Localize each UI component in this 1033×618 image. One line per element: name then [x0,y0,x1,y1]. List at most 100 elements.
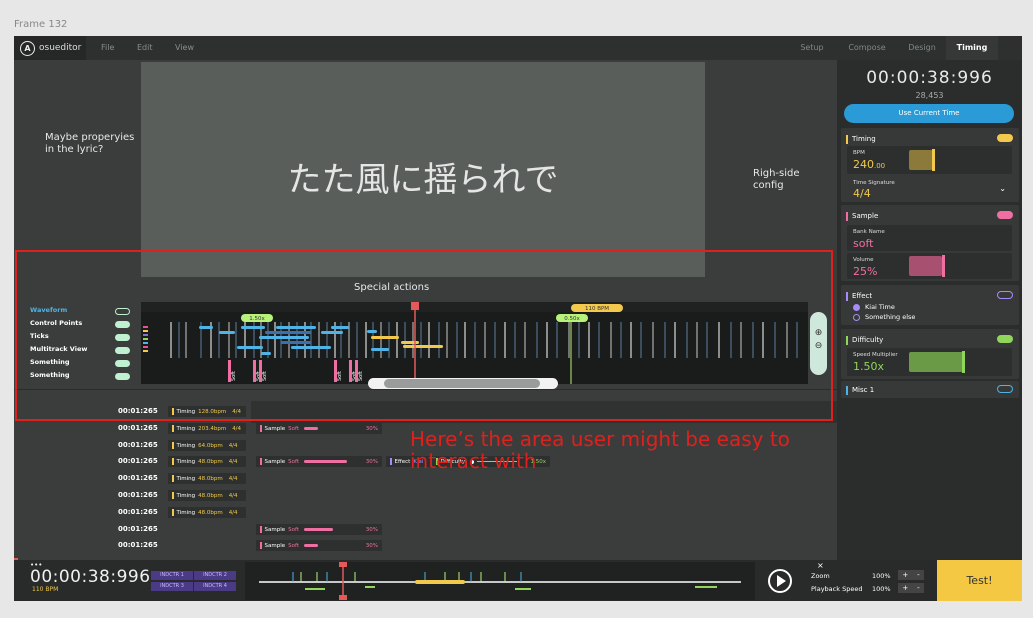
app-logo[interactable]: A osueditor [14,36,86,60]
timeline-scrollbar[interactable] [368,378,558,389]
chevron-down-icon[interactable]: ⌄ [999,184,1006,193]
speed-knob[interactable] [962,351,965,373]
event-time[interactable]: 00:01:265 [118,525,158,533]
event-time[interactable]: 00:01:265 [118,441,158,449]
indicator-1[interactable]: INDCTR 1 [151,571,193,580]
timing-timeline[interactable]: 1.50x0.50x110 BPMSoftSoftSoftSoftSoftSof… [141,302,808,384]
time-signature-field[interactable]: Time Signature 4/4 ⌄ [847,176,1012,202]
timing-event-chip[interactable]: Timing 203.4bpm 4/4 [168,423,246,434]
minus-icon[interactable]: - [917,584,920,592]
chip-type: Timing [176,475,196,482]
sample-accent [260,458,262,465]
tab-compose[interactable]: Compose [842,36,892,60]
timeline-note [259,336,309,339]
chip-volume-fill [303,460,347,463]
event-time[interactable]: 00:01:265 [118,407,158,415]
timeline-note [237,346,263,349]
bpm-knob[interactable] [932,149,935,171]
volume-slider[interactable] [909,255,1009,277]
chip-volume: 30% [365,425,378,432]
event-time[interactable]: 00:01:265 [118,491,158,499]
difficulty-section-title: Difficulty [852,336,884,344]
left-config-note: Maybe properyies in the lyric? [45,132,135,155]
bpm-value: 240.00 [853,158,886,171]
minus-icon[interactable]: - [917,571,920,579]
event-time[interactable]: 00:01:265 [118,541,158,549]
event-time[interactable]: 00:01:265 [118,424,158,432]
special-actions-label: Special actions [354,282,430,293]
menu-file[interactable]: File [101,43,114,52]
bank-name-field[interactable]: Bank Name soft [847,225,1012,251]
sample-event-chip[interactable]: Sample Soft 30% [256,456,382,467]
use-current-time-button[interactable]: Use Current Time [844,104,1014,123]
plus-icon[interactable]: + [902,571,908,579]
bpm-field[interactable]: BPM 240.00 [847,146,1012,174]
volume-field[interactable]: Volume 25% [847,253,1012,279]
timeline-scroll-thumb[interactable] [384,379,540,388]
side-toggle-switch[interactable] [115,360,130,367]
misc-toggle[interactable] [997,385,1013,393]
chip-type: Timing [176,425,196,432]
effect-toggle[interactable] [997,291,1013,299]
divider [14,389,837,390]
timing-event-chip[interactable]: Timing 48.0bpm 4/4 [168,507,246,518]
sample-accent [260,526,262,533]
side-toggle-switch[interactable] [115,308,130,315]
timing-event-chip[interactable]: Timing 48.0bpm 4/4 [168,490,246,501]
sample-event-chip[interactable]: Sample Soft 30% [256,423,382,434]
chip-volume: 30% [365,458,378,465]
event-time[interactable]: 00:01:265 [118,474,158,482]
playback-speed-stepper[interactable]: + - [898,583,924,593]
zoom-stepper[interactable]: + - [898,570,924,580]
menu-edit[interactable]: Edit [137,43,153,52]
side-toggle-switch[interactable] [115,334,130,341]
plus-icon[interactable]: + [902,584,908,592]
speed-multiplier-label: Speed Multiplier [853,352,898,358]
zoom-out-icon[interactable]: ⊖ [810,341,827,351]
side-toggle-label: Control Points [30,319,83,327]
timing-toggle[interactable] [997,134,1013,142]
lane-color-swatch [143,334,148,336]
event-time[interactable]: 00:01:265 [118,508,158,516]
chip-sig: 4/4 [228,458,238,465]
event-time[interactable]: 00:01:265 [118,457,158,465]
volume-knob[interactable] [942,255,945,277]
tab-timing[interactable]: Timing [946,36,998,60]
difficulty-toggle[interactable] [997,335,1013,343]
timing-event-chip[interactable]: Timing 48.0bpm 4/4 [168,456,246,467]
timing-event-chip[interactable]: Timing 128.0bpm 4/4 [168,406,246,417]
tab-setup[interactable]: Setup [792,36,832,60]
zoom-in-icon[interactable]: ⊕ [810,328,827,338]
overview-timeline[interactable] [245,562,755,600]
timing-accent [172,509,174,516]
side-toggle-switch[interactable] [115,373,130,380]
menu-view[interactable]: View [175,43,194,52]
side-toggle-switch[interactable] [115,347,130,354]
close-icon[interactable]: × [817,561,824,570]
soft-sample-label: Soft [337,371,343,381]
overview-playhead-handle [339,595,347,600]
tab-design[interactable]: Design [900,36,944,60]
something-else-option[interactable]: Something else [853,313,915,321]
indicator-3[interactable]: INDCTR 3 [151,582,193,591]
timeline-note [331,326,349,329]
chip-sig: 4/4 [232,425,242,432]
sample-event-chip[interactable]: Sample Soft 30% [256,524,382,535]
side-toggle-switch[interactable] [115,321,130,328]
soft-sample-label: Soft [231,371,237,381]
sample-toggle[interactable] [997,211,1013,219]
kiai-time-option[interactable]: Kiai Time [853,303,895,311]
timing-event-chip[interactable]: Timing 64.0bpm 4/4 [168,440,246,451]
indicator-4[interactable]: INDCTR 4 [194,582,236,591]
chip-type: Timing [176,408,196,415]
lane-color-swatch [143,338,148,340]
sample-accent [260,542,262,549]
speed-multiplier-field[interactable]: Speed Multiplier 1.50x [847,348,1012,376]
sample-event-chip[interactable]: Sample Soft 30% [256,540,382,551]
timing-event-chip[interactable]: Timing 48.0bpm 4/4 [168,473,246,484]
test-button[interactable]: Test! [937,560,1022,601]
indicator-2[interactable]: INDCTR 2 [194,571,236,580]
logo-icon: A [20,40,35,56]
lyric-preview[interactable]: たた風に揺られで [141,62,705,277]
play-icon[interactable] [768,569,792,593]
